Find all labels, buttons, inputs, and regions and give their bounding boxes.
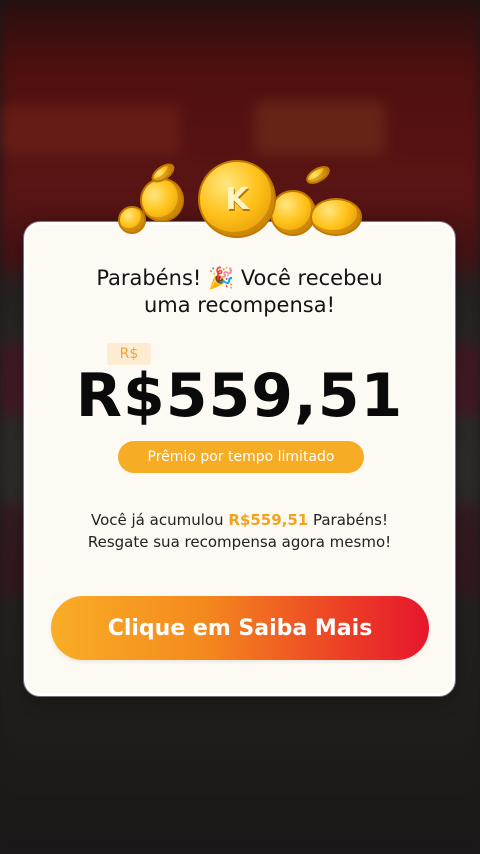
reward-amount: R$559,51 — [75, 361, 404, 431]
headline-line-2: uma recompensa! — [143, 293, 336, 317]
reward-summary: Você já acumulou R$559,51 Parabéns! Resg… — [27, 509, 452, 553]
headline-line-1: Parabéns! 🎉 Você recebeu — [96, 266, 383, 290]
summary-line-1: Você já acumulou R$559,51 Parabéns! — [27, 509, 452, 531]
summary-amount: R$559,51 — [228, 511, 309, 529]
coin-icon — [310, 198, 362, 236]
coin-icon — [303, 162, 333, 188]
limited-time-badge: Prêmio por tempo limitado — [118, 441, 364, 473]
learn-more-button[interactable]: Clique em Saiba Mais — [51, 596, 429, 660]
dialog-headline: Parabéns! 🎉 Você recebeu uma recompensa! — [27, 265, 452, 319]
summary-suffix: Parabéns! — [308, 511, 388, 529]
coin-k-icon: K — [198, 160, 276, 238]
coins-decoration: K — [110, 158, 370, 238]
coin-icon — [118, 206, 146, 234]
coin-icon — [270, 190, 316, 236]
reward-dialog: Parabéns! 🎉 Você recebeu uma recompensa!… — [24, 222, 455, 696]
summary-prefix: Você já acumulou — [91, 511, 229, 529]
summary-line-2: Resgate sua recompensa agora mesmo! — [87, 533, 392, 551]
